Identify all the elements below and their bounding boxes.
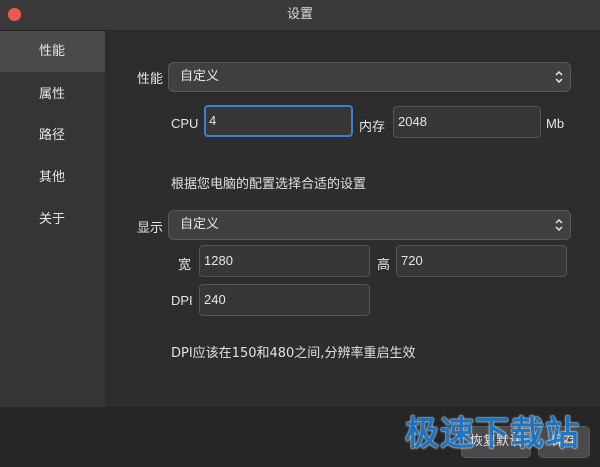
width-label: 宽 bbox=[178, 258, 192, 273]
width-input[interactable]: 1280 bbox=[199, 245, 370, 277]
sidebar-item-label: 属性 bbox=[39, 87, 66, 102]
window-title: 设置 bbox=[286, 7, 313, 22]
performance-preset-select[interactable]: 自定义 bbox=[168, 62, 571, 92]
display-preset-select[interactable]: 自定义 bbox=[168, 210, 571, 240]
sidebar-item-properties[interactable]: 属性 bbox=[0, 74, 105, 115]
memory-input[interactable]: 2048 bbox=[393, 106, 541, 138]
performance-label: 性能 bbox=[137, 72, 164, 87]
height-label: 高 bbox=[377, 258, 391, 273]
display-label: 显示 bbox=[137, 221, 164, 236]
watermark-logo: 极速下载站 bbox=[405, 414, 580, 454]
select-chevron-icon bbox=[555, 70, 563, 84]
sidebar-item-paths[interactable]: 路径 bbox=[0, 115, 105, 156]
sidebar-item-label: 关于 bbox=[39, 212, 66, 227]
select-chevron-icon bbox=[555, 218, 563, 232]
settings-window: 设置 性能 属性 路径 其他 关于 性能 自定义 CPU 4 内存 2048 M… bbox=[0, 0, 600, 467]
title-bar: 设置 bbox=[0, 0, 600, 31]
sidebar: 性能 属性 路径 其他 关于 bbox=[0, 31, 105, 407]
sidebar-item-label: 路径 bbox=[39, 128, 66, 143]
display-hint: DPI应该在150和480之间,分辨率重启生效 bbox=[171, 346, 416, 361]
sidebar-item-label: 其他 bbox=[39, 170, 66, 185]
performance-preset-value: 自定义 bbox=[180, 69, 220, 84]
memory-label: 内存 bbox=[359, 120, 386, 135]
sidebar-item-about[interactable]: 关于 bbox=[0, 199, 105, 240]
sidebar-item-label: 性能 bbox=[39, 44, 66, 59]
dpi-label: DPI bbox=[171, 293, 193, 308]
height-input[interactable]: 720 bbox=[396, 245, 567, 277]
dpi-input[interactable]: 240 bbox=[199, 284, 370, 316]
sidebar-item-other[interactable]: 其他 bbox=[0, 157, 105, 198]
cpu-label: CPU bbox=[171, 116, 199, 131]
settings-panel: 性能 自定义 CPU 4 内存 2048 Mb 根据您电脑的配置选择合适的设置 … bbox=[105, 31, 600, 407]
cpu-input[interactable]: 4 bbox=[204, 105, 353, 137]
display-preset-value: 自定义 bbox=[180, 217, 220, 232]
performance-hint: 根据您电脑的配置选择合适的设置 bbox=[171, 177, 367, 192]
memory-unit-label: Mb bbox=[546, 116, 565, 131]
sidebar-item-performance[interactable]: 性能 bbox=[0, 31, 105, 72]
